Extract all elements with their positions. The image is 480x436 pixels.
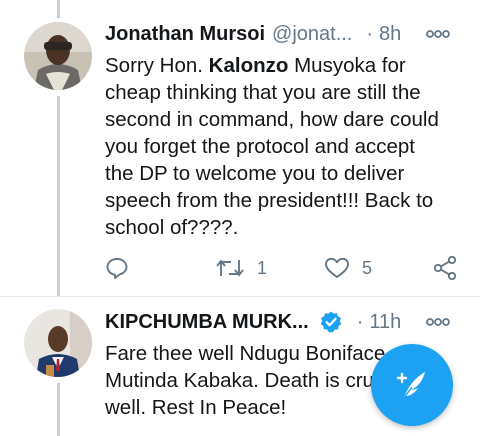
tweet-text-line: you forget the protocol and accept <box>105 135 415 158</box>
avatar[interactable] <box>24 309 92 377</box>
author-name[interactable]: Jonathan Mursoi <box>105 23 265 46</box>
verified-icon <box>319 310 343 334</box>
thread-line-bottom <box>57 383 60 436</box>
heart-icon <box>325 257 349 278</box>
compose-tweet-icon <box>396 372 425 399</box>
tweet-text-line: Sorry Hon. Kalonzo Musyoka for <box>105 54 406 77</box>
avatar[interactable] <box>24 22 92 90</box>
share-icon <box>433 255 457 281</box>
tweet-actions: 1 5 <box>105 255 460 281</box>
tweet-text-line: second in command, how dare could <box>105 108 439 131</box>
retweet-button[interactable]: 1 <box>215 255 267 281</box>
more-icon[interactable] <box>426 307 450 337</box>
tweet-time[interactable]: 8h <box>379 23 401 46</box>
author-handle[interactable]: @jonat... <box>272 23 352 46</box>
more-icon[interactable] <box>426 19 450 49</box>
compose-tweet-button[interactable] <box>371 344 453 426</box>
tweet[interactable]: Jonathan Mursoi @jonat... · 8h Sorry Hon… <box>0 0 480 296</box>
share-button[interactable] <box>432 255 458 281</box>
mention-bold: Kalonzo <box>208 54 289 77</box>
tweet-time[interactable]: 11h <box>369 311 401 334</box>
tweet-text-line: speech from the president!!! Back to <box>105 189 434 212</box>
author-name[interactable]: KIPCHUMBA MURK... <box>105 311 309 334</box>
retweet-count: 1 <box>257 257 268 278</box>
tweet-header: Jonathan Mursoi @jonat... · 8h <box>105 19 450 49</box>
tweet-text-line: the DP to welcome you to deliver <box>105 162 405 185</box>
reply-button[interactable] <box>105 255 129 281</box>
separator-dot: · <box>366 22 374 45</box>
tweet-text-line: cheap thinking that you are still the <box>105 81 421 104</box>
tweet-text-line: school of????. <box>105 216 239 239</box>
retweet-icon <box>216 259 244 277</box>
thread-line-bottom <box>57 96 60 296</box>
tweet-header: KIPCHUMBA MURK... · 11h <box>105 307 450 337</box>
like-button[interactable]: 5 <box>324 255 372 281</box>
tweet-text: Sorry Hon. Kalonzo Musyoka for cheap thi… <box>105 52 457 241</box>
reply-icon <box>106 258 128 279</box>
thread-line-top <box>57 0 60 18</box>
separator-dot: · <box>356 310 364 333</box>
like-count: 5 <box>362 257 373 278</box>
